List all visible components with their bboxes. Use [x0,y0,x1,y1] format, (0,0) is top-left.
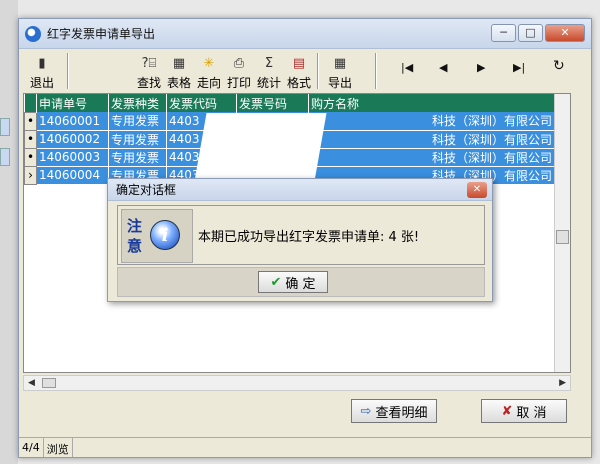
window-titlebar: 红字发票申请单导出 ─ □ ✕ [19,19,591,49]
print-button[interactable]: ⎙ 打印 [225,53,253,91]
horizontal-scrollbar[interactable]: ◀ ▶ [23,375,571,391]
horizontal-scroll-thumb[interactable] [42,378,56,388]
notice-label: 注意 [127,217,143,255]
confirm-dialog: 确定对话框 ✕ 注意 i 本期已成功导出红字发票申请单: 4 张! ✔ 确 定 [107,178,493,302]
direction-button[interactable]: ✳ 走向 [195,53,223,91]
nav-next-button[interactable]: ▶ [477,61,485,74]
close-button[interactable]: ✕ [545,24,585,42]
cell[interactable]: 14060003 [36,148,109,167]
view-detail-button[interactable]: ⇨ 查看明细 [351,399,437,423]
window-title: 红字发票申请单导出 [47,27,156,41]
export-label: 导出 [327,76,352,90]
cell[interactable]: 专用发票 [108,112,167,131]
nav-last-button[interactable]: ▶| [513,61,525,74]
cancel-button[interactable]: ✘ 取 消 [481,399,567,423]
scroll-right-icon[interactable]: ▶ [559,378,566,388]
column-header[interactable]: 购方名称 [308,94,557,112]
refresh-button[interactable]: ↻ [553,58,565,74]
row-marker: • [24,111,37,131]
exit-button[interactable]: ▮ 退出 [27,53,57,91]
stats-button[interactable]: Σ 统计 [255,53,283,91]
stats-label: 统计 [256,76,281,90]
ok-button[interactable]: ✔ 确 定 [258,271,328,293]
cell[interactable]: 14060004 [36,166,109,185]
format-label: 格式 [286,76,311,90]
cell[interactable]: 14060001 [36,112,109,131]
dialog-message-panel: 注意 i 本期已成功导出红字发票申请单: 4 张! [117,205,485,265]
vertical-scroll-thumb[interactable] [556,230,569,244]
table-label: 表格 [166,76,191,90]
app-icon [25,25,41,42]
cancel-x-icon: ✘ [501,403,513,419]
format-button[interactable]: ▤ 格式 [285,53,313,91]
cell[interactable]: 专用发票 [108,148,167,167]
column-header[interactable]: 发票号码 [236,94,309,112]
cancel-label: 取 消 [516,405,547,421]
dialog-button-bar: ✔ 确 定 [117,267,485,297]
row-marker: › [24,165,37,185]
dialog-title: 确定对话框 [108,179,492,201]
row-marker: • [24,147,37,167]
direction-label: 走向 [196,76,221,90]
notice-panel: 注意 i [121,209,193,263]
find-icon: ?⌸ [141,56,157,71]
sparkle-icon: ✳ [203,56,215,71]
cell[interactable]: 专用发票 [108,130,167,149]
info-icon: i [150,220,180,250]
background-tab [0,118,10,136]
record-counter: 4/4 [19,438,44,457]
cell[interactable]: 科技（深圳）有限公司 [308,112,557,131]
column-header[interactable]: 发票代码 [166,94,237,112]
background-tab [0,148,10,166]
export-icon: ▦ [333,56,347,71]
background-window-edge [0,0,18,464]
export-button[interactable]: ▦ 导出 [325,53,355,91]
header-corner [24,94,37,112]
minimize-button[interactable]: ─ [491,24,516,42]
vertical-scrollbar[interactable] [554,94,570,372]
dialog-message: 本期已成功导出红字发票申请单: 4 张! [198,230,420,245]
detail-icon: ⇨ [360,403,372,419]
toolbar: ▮ 退出 ?⌸ 查找 ▦ 表格 ✳ 走向 ⎙ 打印 Σ 统计 ▤ 格式 ▦ 导出… [23,51,587,93]
cell[interactable]: 科技（深圳）有限公司 [308,148,557,167]
cell[interactable]: 14060002 [36,130,109,149]
print-label: 打印 [226,76,251,90]
nav-prev-button[interactable]: ◀ [439,61,447,74]
table-icon: ▦ [172,56,186,71]
maximize-button[interactable]: □ [518,24,543,42]
checkmark-icon: ✔ [270,274,282,290]
redaction-mark [193,113,327,187]
column-header[interactable]: 申请单号 [36,94,109,112]
door-exit-icon: ▮ [38,56,46,71]
find-button[interactable]: ?⌸ 查找 [135,53,163,91]
table-button[interactable]: ▦ 表格 [165,53,193,91]
status-bar: 4/4 浏览 [19,437,591,457]
ok-label: 确 定 [285,276,316,292]
cell[interactable]: 科技（深圳）有限公司 [308,130,557,149]
find-label: 查找 [136,76,161,90]
view-detail-label: 查看明细 [375,405,428,421]
sigma-icon: Σ [264,56,274,71]
row-marker: • [24,129,37,149]
exit-label: 退出 [29,76,54,90]
nav-first-button[interactable]: |◀ [401,61,413,74]
format-icon: ▤ [292,56,306,71]
scroll-left-icon[interactable]: ◀ [28,378,35,388]
column-header[interactable]: 发票种类 [108,94,167,112]
printer-icon: ⎙ [233,56,245,71]
mode-indicator: 浏览 [44,438,73,457]
dialog-close-button[interactable]: ✕ [467,182,487,198]
